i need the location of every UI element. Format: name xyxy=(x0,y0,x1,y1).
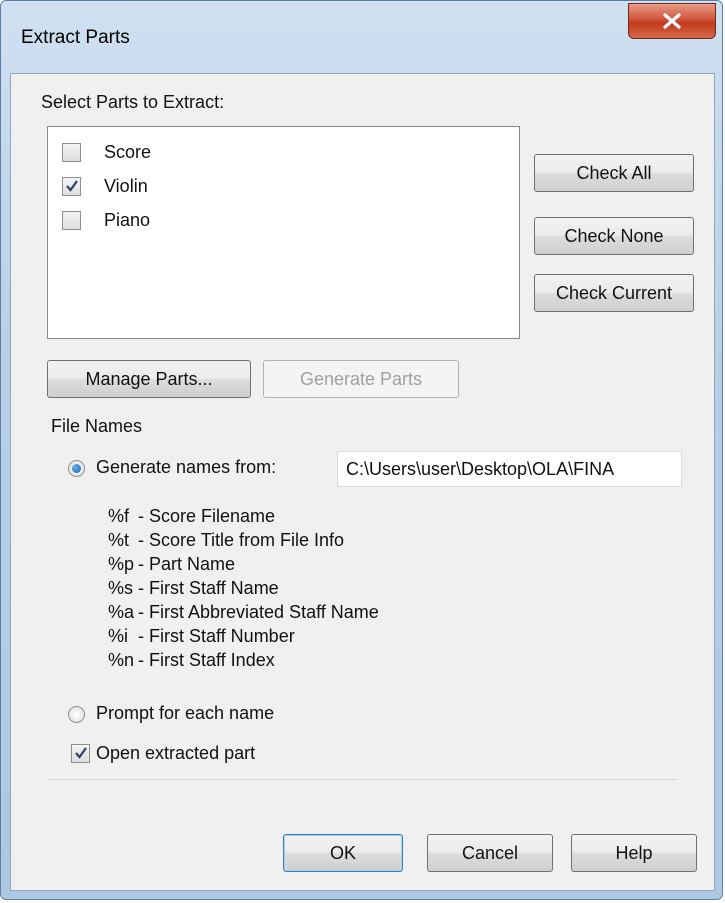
list-item-label: Score xyxy=(104,142,152,162)
checkmark-icon xyxy=(75,747,87,759)
list-item-label: Violin xyxy=(104,176,148,196)
code-row: %t - Score Title from File Info xyxy=(108,530,345,550)
checkbox-score[interactable] xyxy=(62,143,81,162)
check-current-button[interactable]: Check Current xyxy=(534,274,694,312)
prompt-each-name-label: Prompt for each name xyxy=(96,703,275,723)
help-button[interactable]: Help xyxy=(571,834,697,872)
code-row: %i - First Staff Number xyxy=(108,626,295,646)
code-row: %s - First Staff Name xyxy=(108,578,279,598)
radio-dot xyxy=(72,464,81,473)
divider xyxy=(47,779,677,780)
dialog-client-area: Select Parts to Extract: Score Violin Pi… xyxy=(10,73,715,891)
code-row: %p - Part Name xyxy=(108,554,236,574)
close-button[interactable] xyxy=(628,3,716,39)
cancel-button[interactable]: Cancel xyxy=(427,834,553,872)
code-row: %n - First Staff Index xyxy=(108,650,275,670)
checkbox-piano[interactable] xyxy=(62,211,81,230)
generate-names-label: Generate names from: xyxy=(96,457,277,477)
select-parts-label: Select Parts to Extract: xyxy=(41,92,225,112)
checkmark-icon xyxy=(66,180,78,192)
code-row: %f - Score Filename xyxy=(108,506,276,526)
ok-button[interactable]: OK xyxy=(283,834,403,872)
parts-list[interactable]: Score Violin Piano xyxy=(47,126,520,339)
dialog-window: Extract Parts Select Parts to Extract: S… xyxy=(0,0,723,900)
file-names-label: File Names xyxy=(51,416,143,436)
open-extracted-label: Open extracted part xyxy=(96,743,256,763)
title-bar[interactable]: Extract Parts xyxy=(1,1,722,73)
manage-parts-button[interactable]: Manage Parts... xyxy=(47,360,251,398)
code-row: %a - First Abbreviated Staff Name xyxy=(108,602,379,622)
window-title: Extract Parts xyxy=(21,27,130,48)
prompt-each-name-radio[interactable] xyxy=(68,706,85,723)
open-extracted-checkbox[interactable] xyxy=(71,744,90,763)
list-item-label: Piano xyxy=(104,210,151,230)
filename-pattern-field[interactable]: C:\Users\user\Desktop\OLA\FINA xyxy=(337,451,682,487)
check-none-button[interactable]: Check None xyxy=(534,217,694,255)
generate-parts-button[interactable]: Generate Parts xyxy=(263,360,459,398)
check-all-button[interactable]: Check All xyxy=(534,154,694,192)
checkbox-violin[interactable] xyxy=(62,177,81,196)
generate-names-radio[interactable] xyxy=(68,460,85,477)
close-icon xyxy=(663,13,681,29)
